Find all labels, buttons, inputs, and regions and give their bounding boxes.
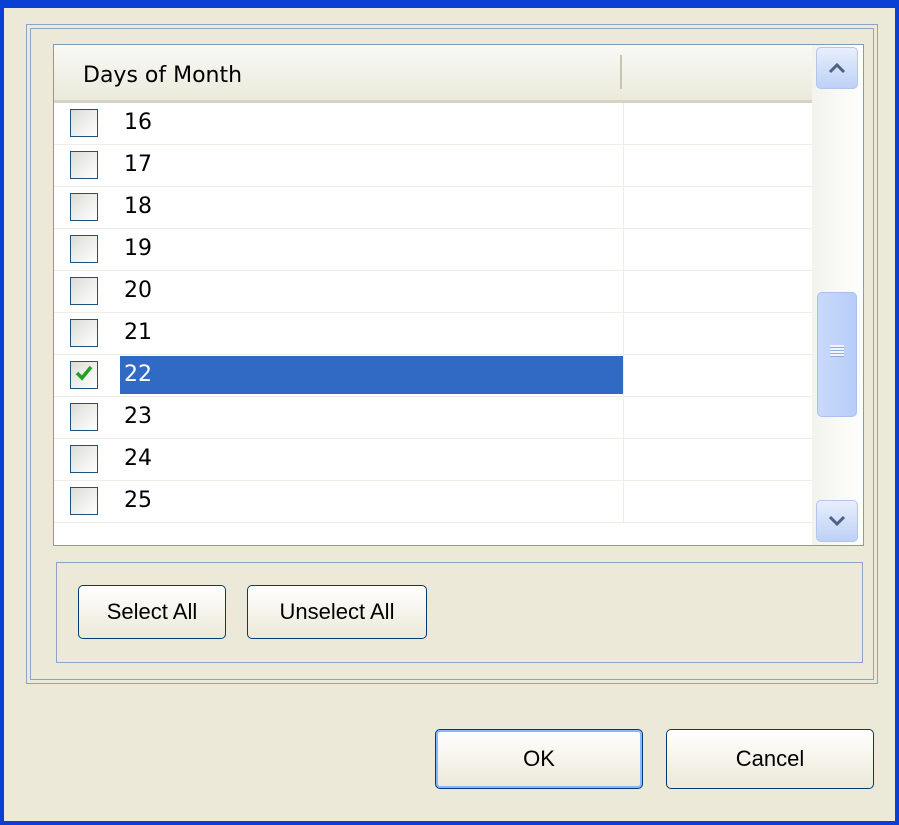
list-item[interactable]: 20 (54, 271, 812, 313)
checkbox[interactable] (70, 361, 98, 389)
grid-line (623, 103, 624, 145)
chevron-down-icon (828, 515, 846, 527)
scroll-down-button[interactable] (816, 500, 858, 542)
list-item-label: 21 (124, 320, 152, 345)
grid-line (623, 355, 624, 397)
list-item-label: 16 (124, 110, 152, 135)
list-item[interactable]: 22 (54, 355, 812, 397)
checkbox[interactable] (70, 109, 98, 137)
list-item-label: 24 (124, 446, 152, 471)
list-item[interactable]: 18 (54, 187, 812, 229)
checkbox[interactable] (70, 487, 98, 515)
list-item[interactable]: 23 (54, 397, 812, 439)
list-item-label: 18 (124, 194, 152, 219)
column-header-days[interactable]: Days of Month (83, 63, 242, 88)
selection-buttons-group: Select All Unselect All (56, 562, 863, 663)
list-item-label: 17 (124, 152, 152, 177)
grid-line (623, 397, 624, 439)
window-frame-bottom (0, 821, 899, 825)
scroll-up-button[interactable] (816, 47, 858, 89)
window-frame-right (895, 0, 899, 825)
grid-line (623, 271, 624, 313)
list-item-label: 19 (124, 236, 152, 261)
list-item[interactable]: 25 (54, 481, 812, 523)
checkbox[interactable] (70, 403, 98, 431)
days-of-month-list[interactable]: Days of Month 16 17 18 19 20 21 22 23 24 25 (53, 44, 864, 546)
grid-line (623, 229, 624, 271)
chevron-up-icon (828, 62, 846, 74)
checkmark-icon (75, 365, 93, 381)
grid-line (623, 439, 624, 481)
window-frame-left (0, 0, 4, 825)
grid-line (623, 187, 624, 229)
list-item-label: 25 (124, 488, 152, 513)
list-header: Days of Month (54, 45, 812, 103)
cancel-button[interactable]: Cancel (666, 729, 874, 789)
select-all-button[interactable]: Select All (78, 585, 226, 639)
window-frame-top (0, 0, 899, 8)
checkbox[interactable] (70, 445, 98, 473)
grip-icon (830, 345, 844, 357)
list-item[interactable]: 19 (54, 229, 812, 271)
list-item-label: 22 (120, 356, 624, 394)
unselect-all-button[interactable]: Unselect All (247, 585, 427, 639)
vertical-scrollbar[interactable] (812, 45, 863, 545)
list-item[interactable]: 24 (54, 439, 812, 481)
checkbox[interactable] (70, 235, 98, 263)
grid-line (623, 313, 624, 355)
grid-line (623, 481, 624, 523)
list-item[interactable]: 21 (54, 313, 812, 355)
checkbox[interactable] (70, 319, 98, 347)
list-item-label: 23 (124, 404, 152, 429)
list-item-label: 20 (124, 278, 152, 303)
grid-line (623, 145, 624, 187)
scroll-thumb[interactable] (817, 292, 857, 417)
checkbox[interactable] (70, 151, 98, 179)
checkbox[interactable] (70, 277, 98, 305)
list-item[interactable]: 17 (54, 145, 812, 187)
ok-button[interactable]: OK (435, 729, 643, 789)
list-rows: 16 17 18 19 20 21 22 23 24 25 (54, 103, 812, 523)
checkbox[interactable] (70, 193, 98, 221)
list-item[interactable]: 16 (54, 103, 812, 145)
column-separator[interactable] (620, 55, 622, 89)
